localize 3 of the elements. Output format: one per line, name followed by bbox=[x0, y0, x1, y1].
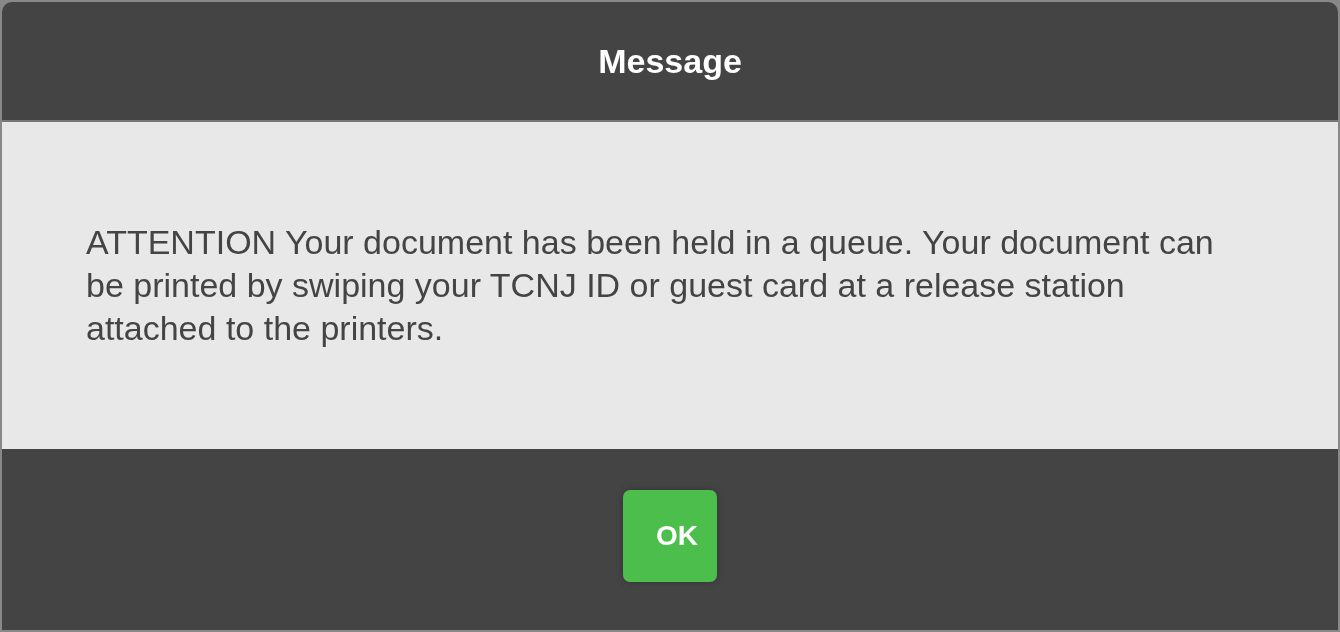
message-text: ATTENTION Your document has been held in a queue. Your document can be printed by swiping your TCNJ ID or guest card at a release station attached to the printers. bbox=[86, 222, 1215, 349]
ok-button[interactable]: OK bbox=[623, 489, 717, 582]
dialog-title: Message bbox=[598, 41, 742, 81]
